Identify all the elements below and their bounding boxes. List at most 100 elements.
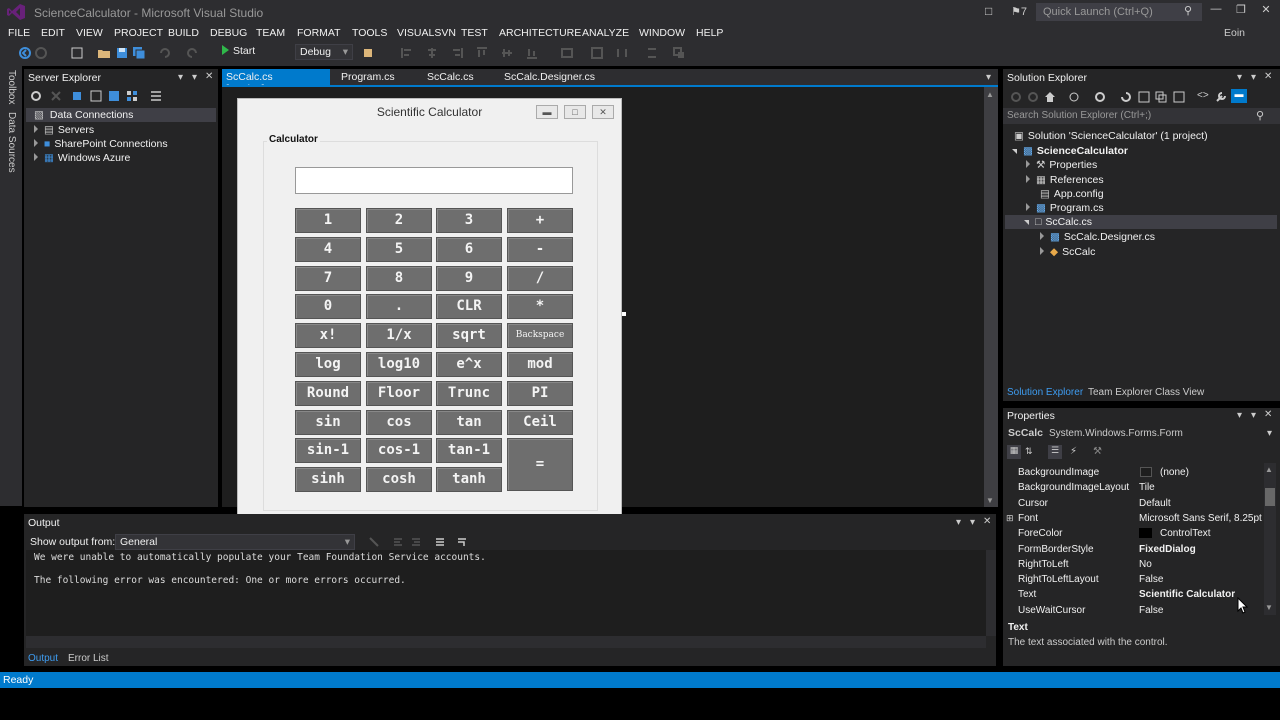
calc-button[interactable]: tan (436, 410, 502, 435)
pin-icon[interactable]: ▾ (192, 72, 197, 83)
stop-icon[interactable] (50, 90, 62, 102)
scroll-up-icon[interactable]: ▲ (1265, 465, 1273, 474)
search-icon[interactable]: ⚲ (1184, 4, 1192, 17)
tab-solution-explorer[interactable]: Solution Explorer (1007, 387, 1083, 398)
tree-item-program-cs[interactable]: ▩ Program.cs (1026, 202, 1104, 214)
bring-to-front-icon[interactable] (672, 46, 686, 60)
undo-icon[interactable] (158, 46, 172, 60)
size-to-grid-icon[interactable] (590, 46, 604, 60)
form-close-button[interactable]: ✕ (592, 105, 614, 119)
pin-icon[interactable]: ▾ (970, 517, 975, 528)
calc-button[interactable]: 5 (366, 237, 432, 262)
calc-button[interactable]: Floor (366, 381, 432, 406)
back-icon[interactable] (18, 46, 32, 60)
property-pages-icon[interactable]: ⚒ (1093, 446, 1102, 457)
properties-scrollbar[interactable] (1264, 463, 1276, 615)
menu-test[interactable]: TEST (461, 27, 488, 39)
events-icon[interactable]: ⚡ (1070, 446, 1077, 457)
property-value[interactable]: Default (1139, 498, 1171, 509)
menu-project[interactable]: PROJECT (114, 27, 163, 39)
tab-overflow-icon[interactable]: ▾ (986, 72, 991, 83)
pin-icon[interactable]: ▾ (1251, 410, 1256, 421)
panel-dropdown-icon[interactable]: ▾ (1237, 72, 1242, 83)
tree-item-solution[interactable]: ▣ Solution 'ScienceCalculator' (1 project… (1014, 130, 1208, 142)
properties-icon[interactable] (1173, 91, 1185, 103)
tab-sccalc-designer-cs[interactable]: ScCalc.Designer.cs (500, 69, 599, 85)
tree-item-sharepoint[interactable]: ■ SharePoint Connections (34, 138, 168, 150)
calc-button[interactable]: 3 (436, 208, 502, 233)
tab-sccalc-design[interactable]: ScCalc.cs [Design]⊢✕ (222, 69, 330, 95)
property-value[interactable]: FixedDialog (1139, 544, 1196, 555)
calc-button[interactable]: sinh (295, 467, 361, 492)
tab-team-explorer[interactable]: Team Explorer (1088, 387, 1152, 398)
align-centers-icon[interactable] (425, 46, 439, 60)
clear-all-icon[interactable] (434, 536, 446, 548)
calc-button[interactable]: . (366, 294, 432, 319)
refresh-icon[interactable] (30, 90, 42, 102)
tree-item-servers[interactable]: ▤ Servers (34, 124, 94, 136)
scroll-down-icon[interactable]: ▼ (1265, 603, 1273, 612)
panel-dropdown-icon[interactable]: ▾ (178, 72, 183, 83)
calc-button[interactable]: + (507, 208, 573, 233)
horizontal-spacing-icon[interactable] (615, 46, 629, 60)
maximize-button[interactable]: ❐ (1229, 3, 1253, 19)
expand-icon[interactable] (1026, 203, 1030, 211)
calc-button[interactable]: - (507, 237, 573, 262)
calc-button[interactable]: cos (366, 410, 432, 435)
panel-dropdown-icon[interactable]: ▾ (956, 517, 961, 528)
back-icon[interactable] (1010, 91, 1022, 103)
calc-button[interactable]: 1/x (366, 323, 432, 348)
calc-button[interactable]: cos-1 (366, 438, 432, 463)
calc-button[interactable]: Trunc (436, 381, 502, 406)
chevron-down-icon[interactable]: ▾ (1267, 428, 1272, 439)
menu-visualsvn[interactable]: VISUALSVN (397, 27, 456, 39)
menu-format[interactable]: FORMAT (297, 27, 341, 39)
forward-icon[interactable] (1027, 91, 1039, 103)
save-all-icon[interactable] (132, 46, 146, 60)
properties-icon[interactable] (150, 90, 162, 102)
tree-item-sccalc-cs[interactable]: □ ScCalc.cs (1024, 216, 1092, 228)
previous-message-icon[interactable] (392, 536, 404, 548)
tree-item-sccalc-designer[interactable]: ▩ ScCalc.Designer.cs (1040, 231, 1155, 243)
calc-button[interactable]: sqrt (436, 323, 502, 348)
output-source-dropdown[interactable]: General ▾ (115, 534, 355, 550)
expand-icon[interactable] (1026, 175, 1030, 183)
signed-in-user[interactable]: Eoin (1224, 27, 1245, 39)
property-value[interactable]: False (1139, 574, 1163, 585)
menu-help[interactable]: HELP (696, 27, 723, 39)
calc-button[interactable]: tanh (436, 467, 502, 492)
align-middles-icon[interactable] (500, 46, 514, 60)
expand-icon[interactable] (1040, 247, 1044, 255)
property-name[interactable]: RightToLeft (1018, 559, 1069, 570)
solution-configuration-dropdown[interactable]: Debug ▾ (295, 44, 353, 60)
categorized-icon[interactable]: ▦ (1007, 445, 1021, 459)
scroll-thumb[interactable] (1265, 488, 1275, 506)
tab-error-list[interactable]: Error List (68, 653, 109, 664)
property-name[interactable]: UseWaitCursor (1018, 605, 1085, 616)
tree-item-sccalc-class[interactable]: ◆ ScCalc (1040, 246, 1095, 258)
tab-program-cs[interactable]: Program.cs (337, 69, 399, 85)
tree-item-project[interactable]: ▩ ScienceCalculator (1012, 145, 1128, 157)
property-name[interactable]: FormBorderStyle (1018, 544, 1094, 555)
property-name[interactable]: ForeColor (1018, 528, 1062, 539)
find-message-icon[interactable] (368, 536, 380, 548)
menu-view[interactable]: VIEW (76, 27, 103, 39)
connect-to-azure-icon[interactable] (126, 90, 138, 102)
expand-icon[interactable] (1026, 160, 1030, 168)
calc-button[interactable]: Round (295, 381, 361, 406)
vertical-spacing-icon[interactable] (645, 46, 659, 60)
property-name[interactable]: BackgroundImageLayout (1018, 482, 1129, 493)
calc-button[interactable]: 0 (295, 294, 361, 319)
save-icon[interactable] (115, 46, 129, 60)
calc-button[interactable]: tan-1 (436, 438, 502, 463)
property-name[interactable]: RightToLeftLayout (1018, 574, 1099, 585)
close-icon[interactable]: ✕ (1264, 409, 1272, 420)
data-sources-tab[interactable]: Data Sources (6, 112, 17, 173)
property-value[interactable]: Scientific Calculator (1139, 589, 1235, 600)
close-icon[interactable]: ✕ (1264, 71, 1272, 82)
home-icon[interactable] (1044, 91, 1056, 103)
quick-launch-input[interactable]: Quick Launch (Ctrl+Q) (1036, 3, 1202, 21)
calc-button[interactable]: 9 (436, 266, 502, 291)
find-icon[interactable] (362, 46, 376, 60)
tab-output[interactable]: Output (28, 653, 58, 664)
